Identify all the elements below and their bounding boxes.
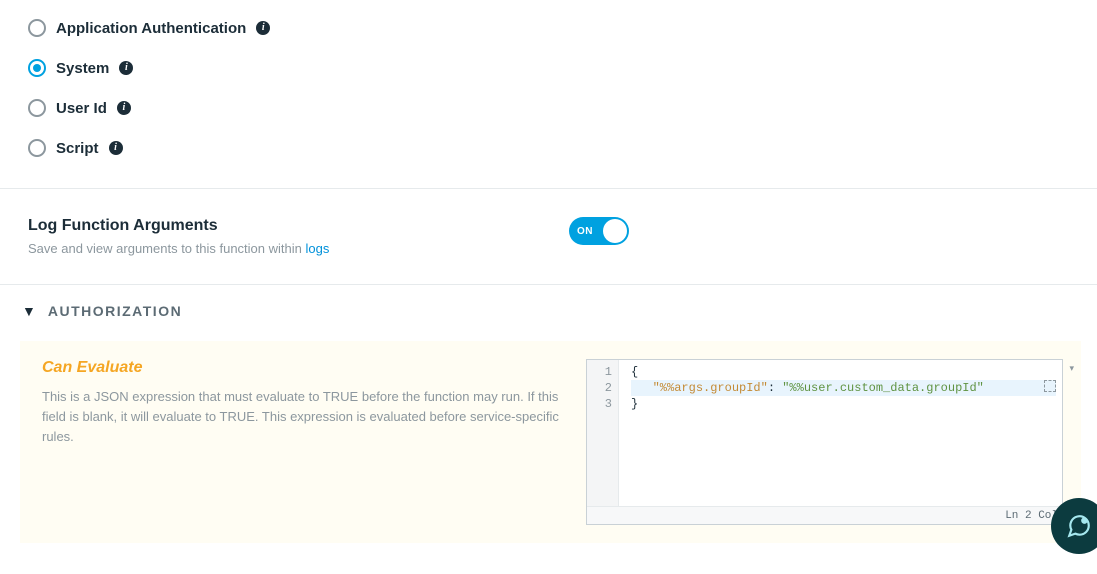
authorization-panel: Can Evaluate This is a JSON expression t… (20, 341, 1081, 543)
authorization-section-header[interactable]: ▼ AUTHORIZATION (0, 285, 1097, 331)
radio-indicator (28, 139, 46, 157)
info-icon[interactable]: i (256, 21, 270, 35)
info-icon[interactable]: i (117, 101, 131, 115)
can-evaluate-editor[interactable]: 1 2 3 ▾ { "%%args.groupId": "%%user.cust… (586, 359, 1063, 525)
info-icon[interactable]: i (119, 61, 133, 75)
radio-script[interactable]: Script i (28, 128, 1097, 168)
chat-fab[interactable] (1051, 498, 1097, 554)
radio-label: User Id (56, 100, 107, 117)
editor-body: 1 2 3 ▾ { "%%args.groupId": "%%user.cust… (587, 360, 1062, 506)
editor-status-bar: Ln 2 Col (587, 506, 1062, 524)
editor-code[interactable]: { "%%args.groupId": "%%user.custom_data.… (619, 360, 1062, 506)
radio-label: Script (56, 140, 99, 157)
radio-app-auth[interactable]: Application Authentication i (28, 8, 1097, 48)
setting-description: Save and view arguments to this function… (28, 241, 329, 256)
code-line: "%%args.groupId": "%%user.custom_data.gr… (631, 380, 1056, 396)
can-evaluate-text: Can Evaluate This is a JSON expression t… (42, 359, 562, 525)
can-evaluate-desc: This is a JSON expression that must eval… (42, 387, 562, 447)
auth-mode-radio-group: Application Authentication i System i Us… (0, 0, 1097, 188)
setting-title: Log Function Arguments (28, 217, 329, 235)
desc-prefix: Save and view arguments to this function… (28, 241, 305, 256)
code-line: } (631, 396, 1056, 412)
logs-link[interactable]: logs (305, 241, 329, 256)
code-line: { (631, 364, 1056, 380)
gutter-line: 3 (587, 396, 612, 412)
log-args-toggle[interactable]: ON (569, 217, 629, 245)
cursor-position: Ln 2 Col (1005, 510, 1058, 522)
chevron-down-icon: ▼ (22, 303, 36, 319)
gutter-line: 1 (587, 364, 612, 380)
gutter-line: 2 (587, 380, 612, 396)
section-header-label: AUTHORIZATION (48, 303, 182, 319)
log-function-arguments-setting: Log Function Arguments Save and view arg… (0, 189, 1097, 284)
setting-text: Log Function Arguments Save and view arg… (28, 217, 329, 256)
radio-indicator (28, 19, 46, 37)
radio-system[interactable]: System i (28, 48, 1097, 88)
bracket-match-icon (1044, 380, 1056, 392)
editor-gutter: 1 2 3 ▾ (587, 360, 619, 506)
toggle-knob (603, 219, 627, 243)
info-icon[interactable]: i (109, 141, 123, 155)
radio-label: Application Authentication (56, 20, 246, 37)
can-evaluate-title: Can Evaluate (42, 359, 562, 377)
radio-label: System (56, 60, 109, 77)
radio-user-id[interactable]: User Id i (28, 88, 1097, 128)
radio-indicator (28, 99, 46, 117)
chat-icon (1066, 513, 1092, 539)
radio-indicator (28, 59, 46, 77)
toggle-on-label: ON (577, 226, 593, 237)
